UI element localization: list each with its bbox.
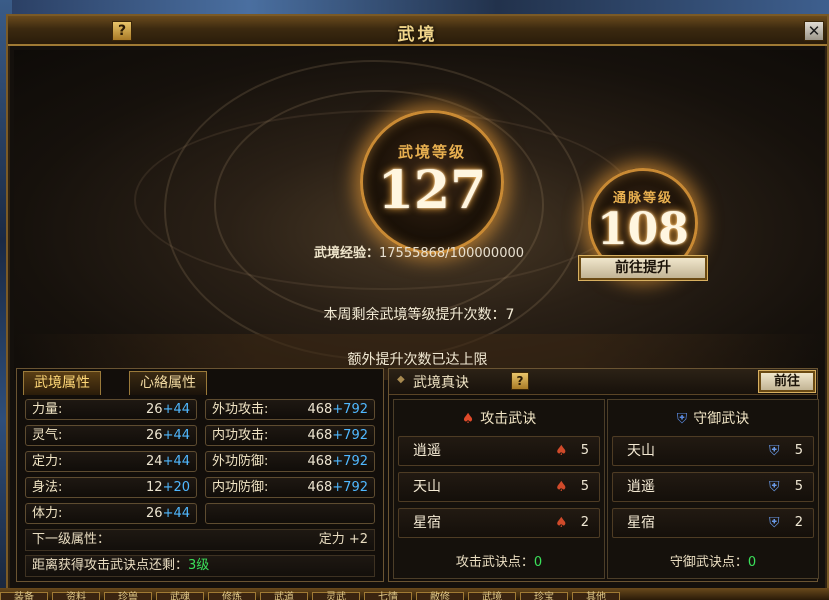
attack-title-row: ♠ 攻击武诀: [394, 408, 604, 428]
attack-icon: ♠: [461, 411, 475, 427]
bottom-tab[interactable]: 其他: [572, 592, 620, 600]
exp-value: 17555868/100000000: [379, 246, 525, 261]
martial-help-icon[interactable]: ?: [511, 372, 529, 390]
bottom-tab[interactable]: 武魂: [156, 592, 204, 600]
next-level-row: 下一级属性： 定力 +2: [25, 529, 375, 551]
attribute-panel: 武境属性 心絡属性 力量: 26+44 外功攻击: 468+792 灵气: 26…: [16, 368, 384, 582]
bottom-tab[interactable]: 武境: [468, 592, 516, 600]
stat-tili: 体力: 26+44: [25, 503, 197, 524]
next-level-label: 下一级属性：: [32, 532, 111, 547]
bottom-tab[interactable]: 七情: [364, 592, 412, 600]
bottom-tab[interactable]: 武道: [260, 592, 308, 600]
shield-icon: ⛨: [769, 515, 780, 531]
attack-points: 攻击武诀点：0: [455, 555, 543, 570]
martial-goto-button[interactable]: 前往: [759, 371, 815, 392]
bottom-tab[interactable]: 修炼: [208, 592, 256, 600]
goto-upgrade-button[interactable]: 前往提升: [579, 256, 707, 280]
distance-label: 距离获得攻击武诀点还剩：: [32, 558, 189, 573]
bottom-tab[interactable]: 珍兽: [104, 592, 152, 600]
wujing-level-orb: 武境等级 127: [360, 110, 504, 254]
tab-xinluo-attributes[interactable]: 心絡属性: [129, 371, 207, 395]
defense-points: 守御武诀点：0: [669, 555, 757, 570]
defense-skill-row[interactable]: 逍遥 ⛨ 5: [612, 472, 814, 502]
stat-waigong-defense: 外功防御: 468+792: [205, 451, 375, 472]
defense-skill-row[interactable]: 星宿 ⛨ 2: [612, 508, 814, 538]
attack-skill-row[interactable]: 逍遥 ♠ 5: [398, 436, 600, 466]
wujing-level-label: 武境等级: [397, 143, 466, 161]
window-title: 武境: [397, 25, 438, 45]
tongmai-level-value: 108: [597, 204, 689, 255]
distance-row: 距离获得攻击武诀点还剩：3级: [25, 555, 375, 577]
stat-waigong-attack: 外功攻击: 468+792: [205, 399, 375, 420]
distance-value: 3级: [188, 558, 210, 573]
limit-text: 额外提升次数已达上限: [347, 352, 488, 368]
tab-wujing-attributes[interactable]: 武境属性: [23, 371, 101, 395]
martial-title: 武境真诀: [413, 375, 469, 391]
bottom-tab[interactable]: 资料: [52, 592, 100, 600]
defense-title-row: ⛨ 守御武诀: [608, 408, 818, 428]
defense-skill-row[interactable]: 天山 ⛨ 5: [612, 436, 814, 466]
defense-column: ⛨ 守御武诀 天山 ⛨ 5 逍遥 ⛨ 5 星宿 ⛨ 2 守御武诀点：0: [607, 399, 819, 579]
attack-icon: ♠: [555, 515, 568, 531]
attack-skill-row[interactable]: 天山 ♠ 5: [398, 472, 600, 502]
wujing-level-value: 127: [377, 160, 487, 221]
diamond-icon: ◆: [397, 374, 405, 385]
attack-skill-row[interactable]: 星宿 ♠ 2: [398, 508, 600, 538]
martial-header: ◆ 武境真诀 ? 前往: [389, 369, 817, 395]
next-level-value: 定力 +2: [318, 532, 368, 547]
shield-icon: ⛨: [769, 443, 780, 459]
bottom-tab[interactable]: 灵武: [312, 592, 360, 600]
attack-column: ♠ 攻击武诀 逍遥 ♠ 5 天山 ♠ 5 星宿 ♠ 2 攻击武诀点：0: [393, 399, 605, 579]
stat-neigong-attack: 内功攻击: 468+792: [205, 425, 375, 446]
title-bar[interactable]: ? 武境 ✕: [8, 16, 827, 46]
stat-empty-slot: [205, 503, 375, 524]
close-icon[interactable]: ✕: [804, 21, 824, 41]
attack-icon: ♠: [555, 443, 568, 459]
defense-title: 守御武诀: [693, 411, 750, 427]
stat-dingli: 定力: 24+44: [25, 451, 197, 472]
hero-area: 武境等级 127 通脉等级 108 武境经验：17555868/10000000…: [14, 50, 824, 380]
weekly-remaining-text: 本周剩余武境等级提升次数：7: [323, 307, 515, 323]
shield-icon: ⛨: [676, 411, 688, 427]
shield-icon: ⛨: [769, 479, 780, 495]
stat-lingqi: 灵气: 26+44: [25, 425, 197, 446]
stat-shenfa: 身法: 12+20: [25, 477, 197, 498]
exp-label: 武境经验：: [314, 246, 380, 261]
stat-liliang: 力量: 26+44: [25, 399, 197, 420]
bottom-tab[interactable]: 敝修: [416, 592, 464, 600]
bottom-tab-bar: 装备 资料 珍兽 武魂 修炼 武道 灵武 七情 敝修 武境 珍宝 其他: [0, 588, 829, 600]
attack-icon: ♠: [555, 479, 568, 495]
wujing-window: ? 武境 ✕ 武境等级 127 通脉等级 108 武境经验：17555868/1…: [6, 14, 829, 600]
bottom-tab[interactable]: 装备: [0, 592, 48, 600]
wujing-exp: 武境经验：17555868/100000000: [314, 242, 524, 261]
martial-panel: ◆ 武境真诀 ? 前往 ♠ 攻击武诀 逍遥 ♠ 5 天山 ♠ 5 星宿 ♠ 2 …: [388, 368, 819, 582]
bottom-tab[interactable]: 珍宝: [520, 592, 568, 600]
stat-neigong-defense: 内功防御: 468+792: [205, 477, 375, 498]
attack-title: 攻击武诀: [480, 411, 537, 427]
